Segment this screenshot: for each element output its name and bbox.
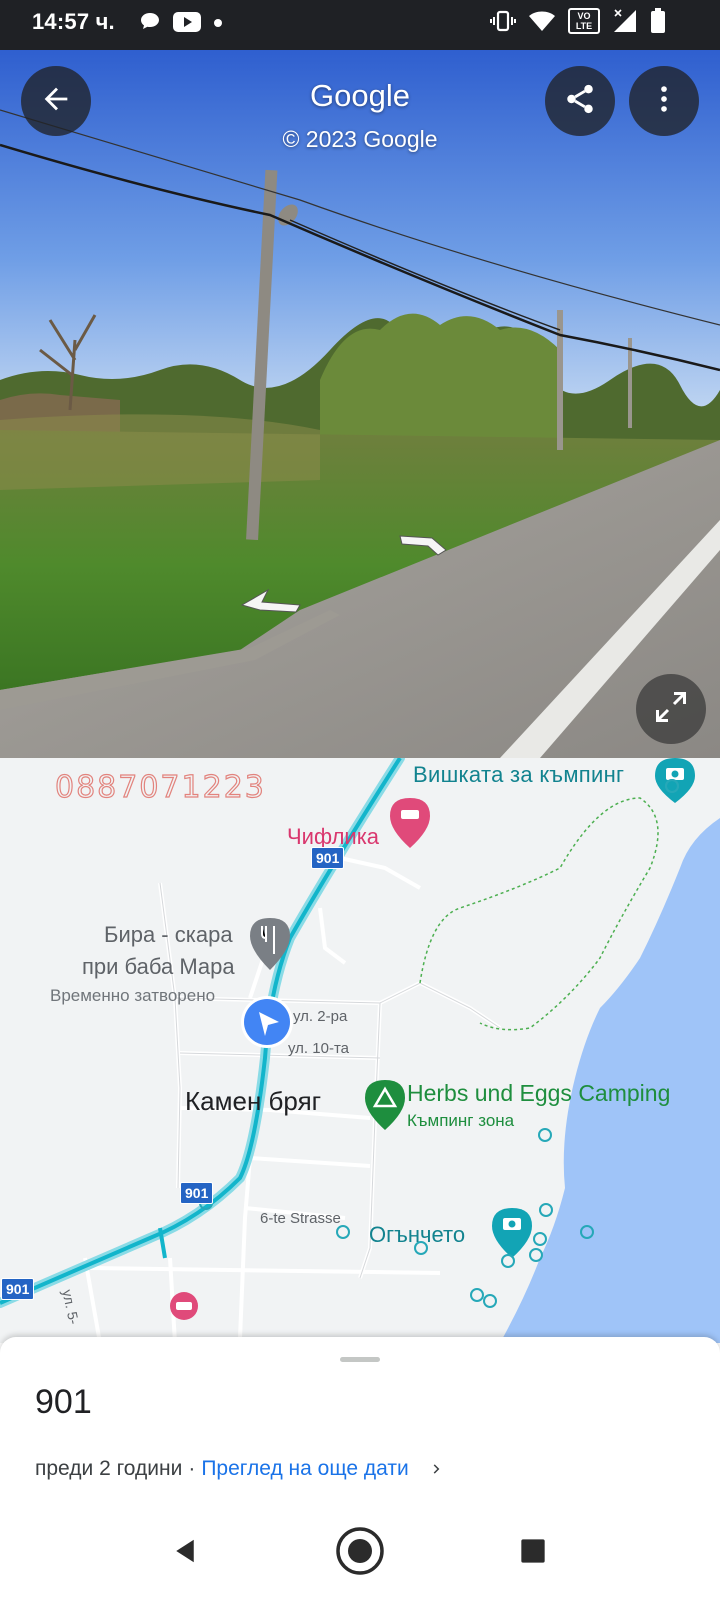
nav-home-button[interactable] [332, 1525, 388, 1581]
map-view[interactable]: 0887071223 Вишката за къмпинг Чифлика Би… [0, 758, 720, 1343]
more-options-button[interactable] [629, 66, 699, 136]
dot-icon [212, 16, 224, 34]
signal-icon [612, 8, 638, 39]
road-badge: 901 [180, 1182, 214, 1204]
village-label: Камен бряг [185, 1086, 322, 1116]
poi-status-closed: Временно затворено [50, 986, 216, 1005]
imagery-date-row: преди 2 години · Преглед на още дати [35, 1457, 445, 1481]
vibrate-icon [490, 9, 516, 38]
chevron-right-icon[interactable] [429, 1461, 445, 1477]
nav-recents-button[interactable] [505, 1525, 561, 1581]
street-label-2: ул. 2-ра [293, 1008, 348, 1025]
see-more-dates-link[interactable]: Преглед на още дати [201, 1457, 408, 1481]
nav-recents-icon [519, 1537, 547, 1570]
imagery-age: преди 2 години [35, 1457, 183, 1480]
separator: · [188, 1457, 196, 1480]
poi-sublabel-camping: Къмпинг зона [407, 1111, 515, 1130]
current-location-marker [241, 996, 293, 1048]
expand-icon [653, 689, 689, 730]
road-title: 901 [35, 1383, 92, 1421]
share-icon [563, 82, 597, 121]
wifi-icon [528, 9, 556, 38]
drag-handle[interactable] [340, 1357, 380, 1362]
street-view-panorama[interactable]: Google © 2023 Google [0, 50, 720, 758]
poi-label-tower[interactable]: Вишката за къмпинг [413, 762, 624, 788]
road-badge: 901 [311, 847, 345, 869]
phone-number-overlay: 0887071223 [54, 769, 266, 805]
road-badge: 901 [1, 1278, 35, 1300]
poi-label-ognche[interactable]: Огънчето [369, 1222, 465, 1248]
bottom-sheet[interactable]: 901 преди 2 години · Преглед на още дати [0, 1337, 720, 1507]
share-button[interactable] [545, 66, 615, 136]
nav-back-button[interactable] [157, 1525, 213, 1581]
volte-icon: VO LTE [568, 8, 600, 39]
chat-bubble-icon [138, 10, 162, 39]
system-nav-bar [0, 1507, 720, 1600]
back-button[interactable] [21, 66, 91, 136]
nav-back-icon [170, 1536, 200, 1571]
back-arrow-icon [39, 82, 73, 121]
street-view-copyright: © 2023 Google [282, 126, 438, 152]
fullscreen-button[interactable] [636, 674, 706, 744]
street-view-image [0, 50, 720, 758]
svg-text:LTE: LTE [576, 21, 592, 31]
poi-label-bira-line2[interactable]: при баба Мара [82, 954, 235, 980]
svg-text:VO: VO [577, 11, 590, 21]
status-bar: 14:57 ч. VO LTE [0, 0, 720, 50]
battery-icon [650, 8, 666, 39]
street-label-6: 6-te Strasse [260, 1210, 341, 1227]
poi-label-bira-line1[interactable]: Бира - скара [104, 922, 233, 948]
more-vert-icon [647, 82, 681, 121]
nav-home-icon [334, 1525, 386, 1582]
street-label-10: ул. 10-та [288, 1040, 349, 1057]
poi-label-herbs-camping[interactable]: Herbs und Eggs Camping [407, 1080, 670, 1107]
youtube-icon [172, 11, 202, 38]
status-time: 14:57 ч. [32, 9, 115, 34]
